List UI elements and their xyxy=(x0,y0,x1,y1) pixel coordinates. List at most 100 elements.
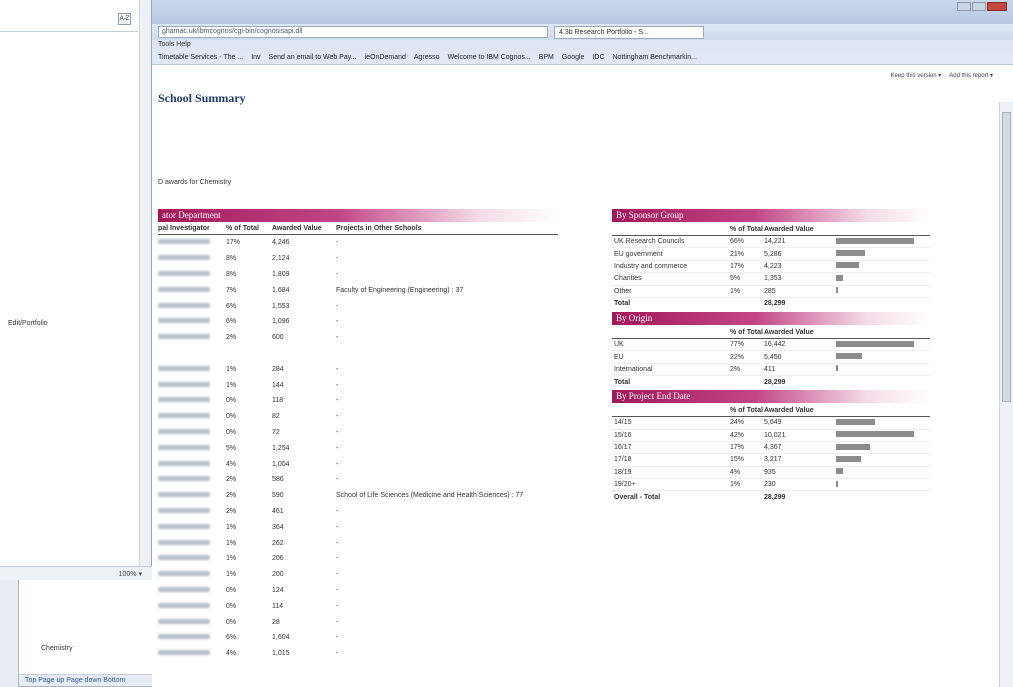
row-value: 600 xyxy=(272,334,284,342)
total-label: Total xyxy=(614,300,631,308)
tree-item-label[interactable]: Edit/Portfolio xyxy=(8,320,48,327)
row-pct: 1% xyxy=(226,555,237,563)
row-value: 5,649 xyxy=(764,419,782,427)
sort-az-button[interactable]: A-Z xyxy=(118,13,131,25)
left-scrollbar[interactable] xyxy=(139,0,151,568)
table-row: EU 22% 5,450 xyxy=(612,351,930,364)
close-icon[interactable] xyxy=(987,2,1007,11)
row-value: 262 xyxy=(272,539,284,547)
row-other-schools: - xyxy=(336,650,339,658)
investigator-name xyxy=(158,286,226,294)
value-bar xyxy=(836,262,860,269)
investigator-name xyxy=(158,650,226,657)
row-pct: 15% xyxy=(730,456,745,464)
favorite-link[interactable]: Timetable Services - The ... xyxy=(158,54,243,61)
table-row: 8% 1,809 - xyxy=(158,267,558,283)
row-other-schools: - xyxy=(336,586,339,594)
investigator-name xyxy=(158,492,226,499)
row-pct: 6% xyxy=(226,634,237,642)
menu-bar[interactable]: Tools Help xyxy=(152,40,1013,51)
tab-report[interactable]: 4.3b Research Portfolio - S... xyxy=(554,25,704,39)
favorite-link[interactable]: Nottingham Benchmarkin... xyxy=(613,54,697,61)
page-title: School Summary xyxy=(158,91,246,105)
favorite-link[interactable]: Google xyxy=(562,54,585,61)
row-pct: 5% xyxy=(226,444,237,452)
investigator-name xyxy=(158,397,226,404)
row-pct: 2% xyxy=(226,334,237,342)
address-bar[interactable]: ghamac.uk/ibmcognos/cgi-bin/cognosisapi.… xyxy=(158,26,548,38)
table-row: 4% 1,004 - xyxy=(158,456,558,472)
row-other-schools: - xyxy=(336,571,339,579)
row-pct: 22% xyxy=(730,353,745,361)
favorite-link[interactable]: Inv xyxy=(251,54,260,61)
row-other-schools: - xyxy=(336,381,339,389)
favorite-link[interactable]: BPM xyxy=(539,54,554,61)
row-label: 16/17 xyxy=(614,444,632,452)
department-banner: ator Department xyxy=(158,209,558,222)
row-other-schools: - xyxy=(336,302,339,310)
col-pct: % of Total xyxy=(730,226,763,233)
value-bar xyxy=(836,237,914,244)
favorite-link[interactable]: Welcome to IBM Cognos... xyxy=(448,54,531,61)
favorite-link[interactable]: Agresso xyxy=(414,54,440,61)
row-other-schools: - xyxy=(336,334,339,342)
row-pct: 1% xyxy=(226,365,237,373)
investigator-name xyxy=(158,239,226,246)
table-row: 2% 586 - xyxy=(158,472,558,488)
table-row: 1% 144 - xyxy=(158,377,558,393)
add-report-button[interactable]: Add this report ▾ xyxy=(949,72,993,79)
investigator-name xyxy=(158,270,226,278)
left-panel: A-Z Edit/Portfolio 100% ▾ xyxy=(0,0,152,580)
table-row: 15/16 42% 10,021 xyxy=(612,430,930,442)
row-other-schools: - xyxy=(336,428,339,436)
value-bar xyxy=(836,431,914,438)
row-pct: 0% xyxy=(226,413,237,421)
origin-banner: By Origin xyxy=(612,311,930,325)
minimize-icon[interactable] xyxy=(957,2,971,11)
table-row: 6% 1,604 - xyxy=(158,630,558,646)
keep-version-button[interactable]: Keep this version ▾ xyxy=(891,72,942,79)
row-other-schools: - xyxy=(336,365,339,373)
table-row: 1% 206 - xyxy=(158,551,558,567)
table-row: 0% 28 - xyxy=(158,614,558,630)
table-row: 7% 1,684 Faculty of Engineering (Enginee… xyxy=(158,282,558,298)
department-rows: 17% 4,246 - 8% 2,124 - 8% 1,809 - 7% 1,6… xyxy=(158,235,558,662)
favorite-link[interactable]: Send an email to Web Pay... xyxy=(269,54,357,61)
total-row: Overall - Total 28,299 xyxy=(612,491,930,503)
row-label: Other xyxy=(614,287,632,295)
row-value: 411 xyxy=(764,365,776,373)
row-value: 4,246 xyxy=(272,239,290,247)
row-other-schools: - xyxy=(336,413,339,421)
maximize-icon[interactable] xyxy=(972,2,986,11)
report-toolbar: Keep this version ▾ Add this report ▾ xyxy=(152,65,1013,85)
favorite-link[interactable]: IDC xyxy=(592,54,604,61)
row-other-schools: - xyxy=(336,523,339,531)
table-row: 0% 118 - xyxy=(158,393,558,409)
table-row: 17/18 15% 3,217 xyxy=(612,454,930,467)
zoom-control[interactable]: 100% ▾ xyxy=(0,566,152,580)
row-other-schools: - xyxy=(336,444,339,452)
row-value: 16,442 xyxy=(764,341,786,349)
row-pct: 66% xyxy=(730,238,745,246)
table-header: % of Total Awarded Value xyxy=(612,403,930,418)
row-pct: 2% xyxy=(226,476,237,484)
row-other-schools: - xyxy=(336,318,339,326)
table-header: % of Total Awarded Value xyxy=(612,325,930,339)
scroll-thumb[interactable] xyxy=(1002,112,1011,402)
row-other-schools: - xyxy=(336,555,339,563)
report-scrollbar[interactable] xyxy=(999,102,1013,687)
row-value: 1,809 xyxy=(272,270,290,278)
value-bar xyxy=(836,250,865,257)
row-pct: 77% xyxy=(730,341,745,349)
investigator-name xyxy=(158,255,226,262)
row-pct: 6% xyxy=(226,302,237,310)
row-value: 114 xyxy=(272,602,284,610)
row-pct: 1% xyxy=(226,539,237,547)
navigation-bar: ghamac.uk/ibmcognos/cgi-bin/cognosisapi.… xyxy=(152,24,1013,40)
table-row: 2% 590 School of Life Sciences (Medicine… xyxy=(158,488,558,504)
table-row: 5% 1,254 - xyxy=(158,440,558,456)
value-bar xyxy=(836,274,844,281)
row-value: 230 xyxy=(764,481,776,489)
row-pct: 4% xyxy=(226,650,237,658)
favorite-link[interactable]: ieOnDemand xyxy=(365,54,406,61)
